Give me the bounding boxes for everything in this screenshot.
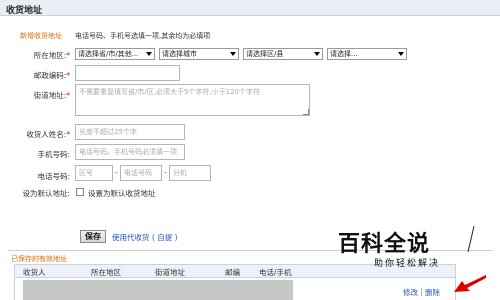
phone-dash-1: - <box>115 168 118 177</box>
district-select-value: 请选择区/县 <box>246 50 284 58</box>
col-region: 所在地区 <box>91 268 121 277</box>
city-select[interactable]: 请选择城市 <box>159 48 239 60</box>
col-receiver: 收货人 <box>23 268 46 277</box>
redacted-row-content <box>23 280 293 300</box>
region-label: 所在地区:* <box>33 51 70 60</box>
phone-label: 电话号码: <box>37 172 70 181</box>
required-hint: 电话号码、手机号选填一项,其余均为必填项 <box>75 32 211 40</box>
street-address-textarea[interactable]: 不需要重复填写省/市/区,必须大于5个字符,小于120个字符 <box>75 84 310 116</box>
postcode-input[interactable] <box>75 65 180 81</box>
district-select[interactable]: 请选择区/县 <box>243 48 323 60</box>
saved-addresses-title: 已保存的有效地址 <box>11 255 67 263</box>
mobile-label: 手机号码: <box>37 150 70 159</box>
city-select-value: 请选择城市 <box>162 50 197 58</box>
chevron-down-icon <box>397 50 405 58</box>
edit-link[interactable]: 修改 <box>403 287 418 298</box>
use-agent-link[interactable]: 使用代收货 ( 自提 ) <box>112 232 178 243</box>
page-title: 收货地址 <box>6 6 43 16</box>
default-label: 设为默认地址: <box>22 189 70 198</box>
chevron-down-icon <box>229 50 237 58</box>
page-header: 收货地址 <box>0 0 500 16</box>
watermark-logo: 百科全说 <box>338 232 431 257</box>
mobile-input[interactable]: 电话号码、手机号码必须填一项 <box>75 144 185 160</box>
street-placeholder: 不需要重复填写省/市/区,必须大于5个字符,小于120个字符 <box>79 88 260 96</box>
watermark-subtitle: 助你轻松解决 <box>374 259 441 269</box>
receiver-name-label: 收货人姓名:* <box>26 130 70 139</box>
receiver-name-input[interactable]: 长度不超过25个字 <box>75 124 185 140</box>
default-checkbox-label[interactable]: 设置为默认收货地址 <box>88 188 156 199</box>
area-code-input[interactable]: 区号 <box>75 165 113 181</box>
phone-dash-2: - <box>164 168 167 177</box>
action-separator: | <box>420 287 423 296</box>
street-select-value: 请选择... <box>330 50 358 58</box>
default-address-checkbox[interactable] <box>76 188 84 196</box>
col-postcode: 邮编 <box>225 268 240 277</box>
province-select[interactable]: 请选择省/市/其他... <box>75 48 155 60</box>
phone-number-input[interactable]: 电话号码 <box>120 165 162 181</box>
resize-handle-icon[interactable] <box>303 109 309 115</box>
col-phone: 电话/手机 <box>259 268 292 277</box>
table-row: 修改 | 删除 <box>14 278 456 300</box>
province-select-value: 请选择省/市/其他... <box>78 50 139 58</box>
postcode-label: 邮政编码:* <box>33 71 70 80</box>
extension-input[interactable]: 分机 <box>169 165 211 181</box>
new-address-label: 新增收货地址 <box>20 32 62 40</box>
chevron-down-icon <box>145 50 153 58</box>
save-button[interactable]: 保存 <box>80 230 106 243</box>
delete-link[interactable]: 删除 <box>425 287 440 298</box>
street-label: 街道地址:* <box>33 91 70 100</box>
chevron-down-icon <box>313 50 321 58</box>
street-select[interactable]: 请选择... <box>327 48 407 60</box>
red-arrow-icon <box>454 275 486 292</box>
watermark: 百科全说 助你轻松解决 <box>338 226 478 272</box>
col-street: 街道地址 <box>155 268 185 277</box>
